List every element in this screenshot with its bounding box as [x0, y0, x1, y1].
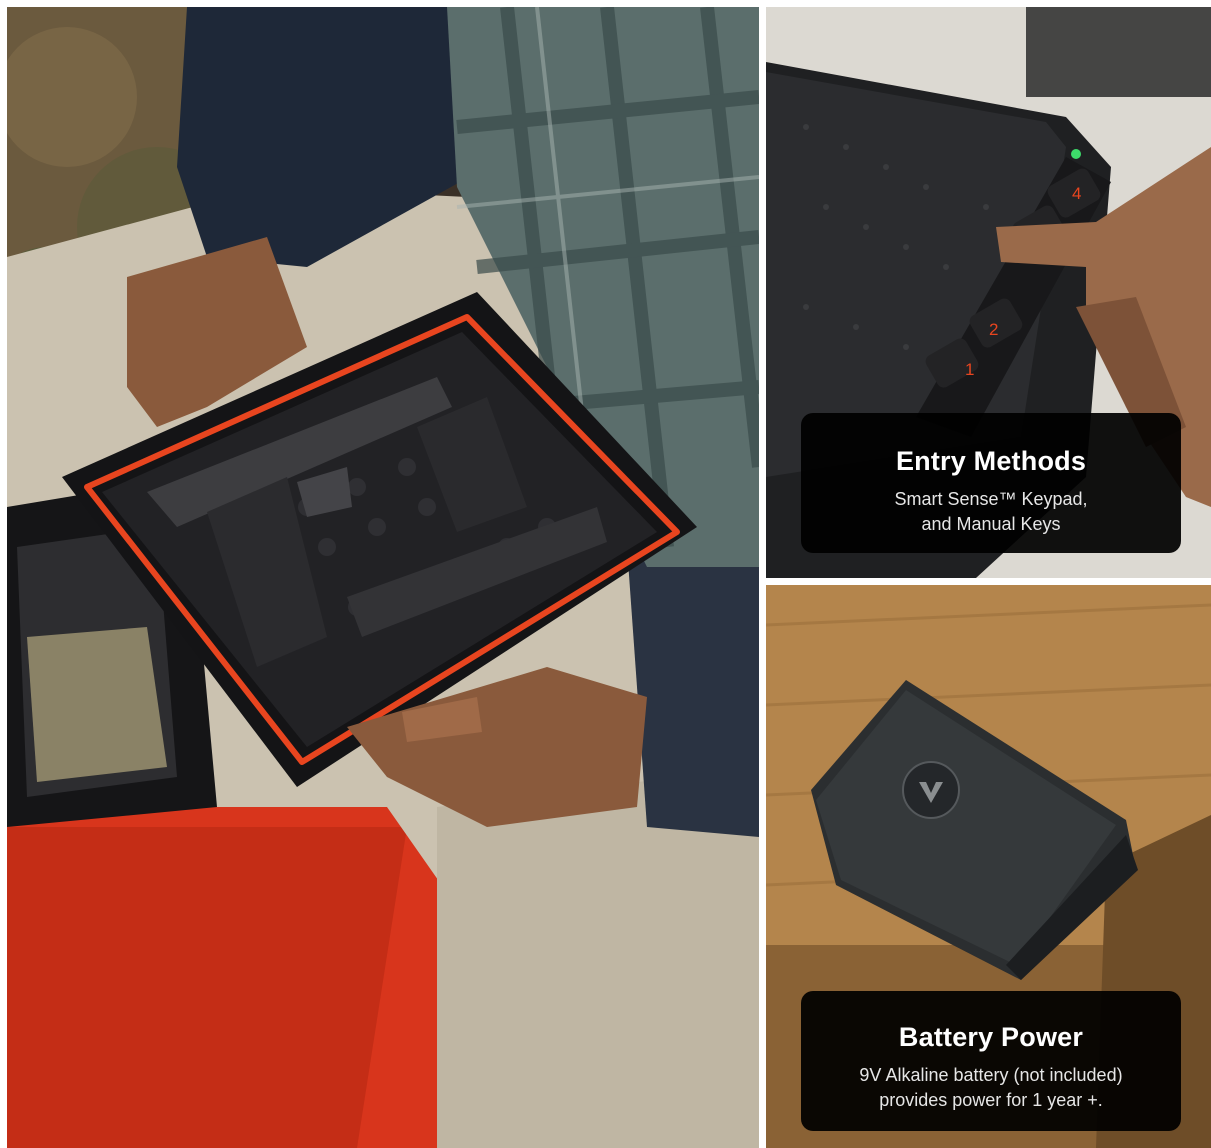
entry-methods-description: Smart Sense™ Keypad, and Manual Keys [894, 489, 1088, 534]
battery-power-card: Battery Power 9V Alkaline battery (not i… [801, 991, 1181, 1131]
svg-text:1: 1 [965, 360, 974, 379]
gun-case-photo [7, 7, 759, 1148]
battery-power-title: Battery Power [898, 1022, 1084, 1052]
svg-text:4: 4 [1072, 184, 1081, 203]
entry-methods-title: Entry Methods [895, 446, 1087, 476]
main-photo-panel [7, 7, 759, 1148]
battery-photo-panel: Battery Power 9V Alkaline battery (not i… [766, 585, 1211, 1148]
brand-emblem-icon [902, 761, 960, 819]
entry-methods-card: Entry Methods Smart Sense™ Keypad, and M… [801, 413, 1181, 553]
keypad-photo-panel: 1 2 3 4 Entry Methods Smart Sense™ Keypa… [766, 7, 1211, 578]
svg-text:2: 2 [989, 320, 998, 339]
battery-power-description: 9V Alkaline battery (not included) provi… [859, 1065, 1123, 1110]
